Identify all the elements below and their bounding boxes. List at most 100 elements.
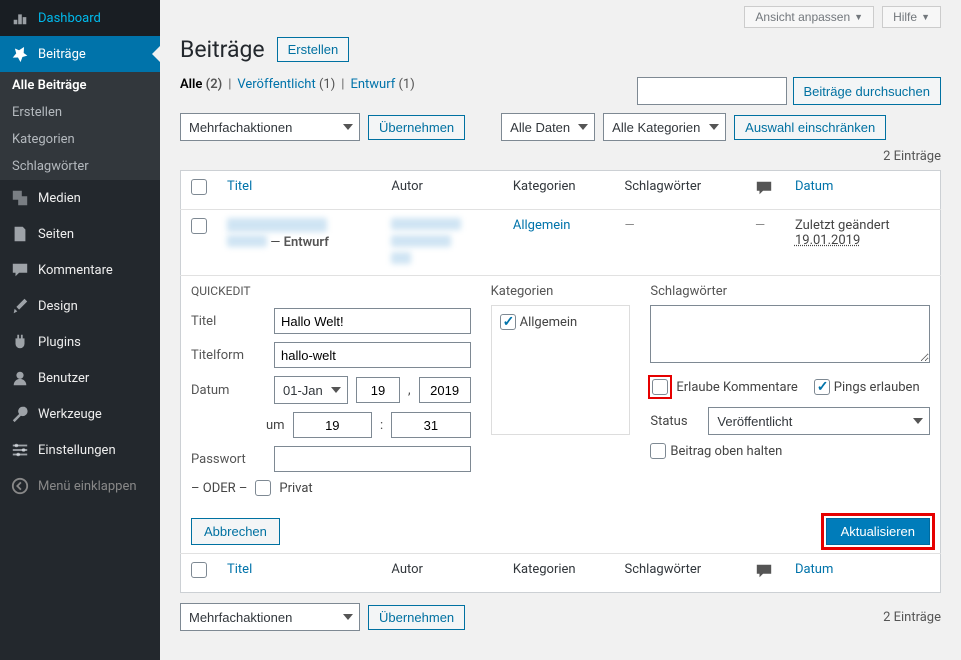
cat-allgemein-checkbox[interactable] (500, 314, 516, 330)
filter-published[interactable]: Veröffentlicht (1) (237, 77, 335, 92)
categories-label: Kategorien (491, 284, 631, 299)
cancel-button[interactable]: Abbrechen (191, 518, 280, 545)
bulk-action-select-bottom[interactable]: Mehrfachaktionen (180, 603, 360, 631)
sidebar-item-settings[interactable]: Einstellungen (0, 432, 160, 468)
sidebar-item-posts[interactable]: Beiträge (0, 36, 160, 72)
plug-icon (10, 332, 30, 352)
bulk-action-select[interactable]: Mehrfachaktionen (180, 113, 360, 141)
private-checkbox[interactable] (255, 480, 271, 496)
admin-sidebar: Dashboard Beiträge Alle Beiträge Erstell… (0, 0, 160, 660)
sidebar-item-dashboard[interactable]: Dashboard (0, 0, 160, 36)
update-button[interactable]: Aktualisieren (826, 518, 930, 545)
col-categories: Kategorien (503, 171, 615, 210)
submenu-all-posts[interactable]: Alle Beiträge (0, 72, 160, 99)
col-author: Autor (381, 554, 502, 593)
at-label: um (266, 418, 285, 433)
sidebar-item-tools[interactable]: Werkzeuge (0, 396, 160, 432)
select-all-checkbox[interactable] (191, 179, 207, 195)
sidebar-label: Dashboard (38, 11, 101, 26)
sidebar-item-media[interactable]: Medien (0, 180, 160, 216)
allow-comments-label: Erlaube Kommentare (676, 380, 797, 395)
item-count: 2 Einträge (883, 149, 941, 164)
pin-icon (10, 44, 30, 64)
sticky-label: Beitrag oben halten (670, 444, 782, 459)
password-label: Passwort (191, 452, 266, 467)
chevron-down-icon: ▼ (921, 12, 930, 22)
tags-empty: — (625, 218, 635, 233)
row-checkbox[interactable] (191, 218, 207, 234)
author-blurred[interactable]: xxxxxxxx (391, 218, 461, 230)
col-categories: Kategorien (503, 554, 615, 593)
tablenav-bottom: Mehrfachaktionen Übernehmen 2 Einträge (180, 603, 941, 631)
sidebar-label: Werkzeuge (38, 407, 102, 422)
filter-button[interactable]: Auswahl einschränken (734, 115, 886, 140)
screen-options-button[interactable]: Ansicht anpassen▼ (744, 6, 874, 28)
title-label: Titel (191, 314, 266, 329)
chevron-down-icon: ▼ (854, 12, 863, 22)
day-input[interactable] (356, 377, 400, 403)
quick-edit-row: QUICKEDIT Titel Titelform Datum (181, 276, 941, 554)
add-new-button[interactable]: Erstellen (277, 37, 350, 62)
bulk-apply-button[interactable]: Übernehmen (368, 115, 465, 140)
search-button[interactable]: Beiträge durchsuchen (793, 77, 941, 105)
date-prefix: Zuletzt geändert (795, 218, 890, 233)
allow-pings-label: Pings erlauben (834, 380, 920, 395)
password-input[interactable] (274, 446, 471, 472)
category-checklist: Allgemein (491, 305, 631, 435)
category-link[interactable]: Allgemein (513, 218, 571, 233)
collapse-icon (10, 476, 30, 496)
table-row: xxxxx xxxxxx xx xxxx — Entwurf xxxxxxxx … (181, 210, 941, 276)
filter-draft[interactable]: Entwurf (1) (350, 77, 414, 92)
month-select[interactable]: 01-Jan (274, 376, 348, 404)
sidebar-item-pages[interactable]: Seiten (0, 216, 160, 252)
tags-textarea[interactable] (650, 305, 930, 363)
col-date[interactable]: Datum (795, 179, 833, 194)
post-title-blurred[interactable]: xxxxx xxxxxx xx (227, 218, 327, 232)
main-content: Ansicht anpassen▼ Hilfe▼ Beiträge Erstel… (160, 0, 961, 660)
comments-icon (10, 260, 30, 280)
col-date[interactable]: Datum (795, 562, 833, 577)
help-button[interactable]: Hilfe▼ (882, 6, 941, 28)
year-input[interactable] (419, 377, 471, 403)
private-label: Privat (279, 481, 312, 496)
sidebar-item-design[interactable]: Design (0, 288, 160, 324)
cat-allgemein-label: Allgemein (520, 315, 578, 330)
title-input[interactable] (274, 308, 471, 334)
sidebar-label: Plugins (38, 335, 81, 350)
submenu-new[interactable]: Erstellen (0, 99, 160, 126)
sidebar-item-collapse[interactable]: Menü einklappen (0, 468, 160, 504)
date-filter-select[interactable]: Alle Daten (501, 113, 595, 141)
filter-all[interactable]: Alle (2) (180, 77, 222, 92)
search-input[interactable] (637, 77, 787, 105)
hour-input[interactable] (293, 412, 372, 438)
date-label: Datum (191, 383, 266, 398)
select-all-checkbox-bottom[interactable] (191, 562, 207, 578)
users-icon (10, 368, 30, 388)
sidebar-item-users[interactable]: Benutzer (0, 360, 160, 396)
sidebar-label: Design (38, 299, 78, 314)
quickedit-label: QUICKEDIT (191, 284, 471, 298)
slug-label: Titelform (191, 348, 266, 363)
col-title[interactable]: Titel (227, 179, 252, 194)
allow-comments-checkbox[interactable] (652, 379, 668, 395)
sidebar-label: Einstellungen (38, 443, 116, 458)
col-title[interactable]: Titel (227, 562, 252, 577)
comments-icon (755, 562, 773, 580)
comments-icon (755, 179, 773, 197)
sidebar-label: Kommentare (38, 263, 113, 278)
dashboard-icon (10, 8, 30, 28)
allow-pings-checkbox[interactable] (814, 379, 830, 395)
submenu-tags[interactable]: Schlagwörter (0, 153, 160, 180)
sidebar-item-comments[interactable]: Kommentare (0, 252, 160, 288)
bulk-apply-button-bottom[interactable]: Übernehmen (368, 605, 465, 630)
slug-input[interactable] (274, 342, 471, 368)
status-filters: Alle (2) | Veröffentlicht (1) | Entwurf … (180, 77, 415, 92)
status-select[interactable]: Veröffentlicht (708, 407, 930, 435)
minute-input[interactable] (391, 412, 470, 438)
brush-icon (10, 296, 30, 316)
sticky-checkbox[interactable] (650, 443, 666, 459)
page-title: Beiträge (180, 36, 265, 63)
submenu-categories[interactable]: Kategorien (0, 126, 160, 153)
category-filter-select[interactable]: Alle Kategorien (603, 113, 726, 141)
sidebar-item-plugins[interactable]: Plugins (0, 324, 160, 360)
